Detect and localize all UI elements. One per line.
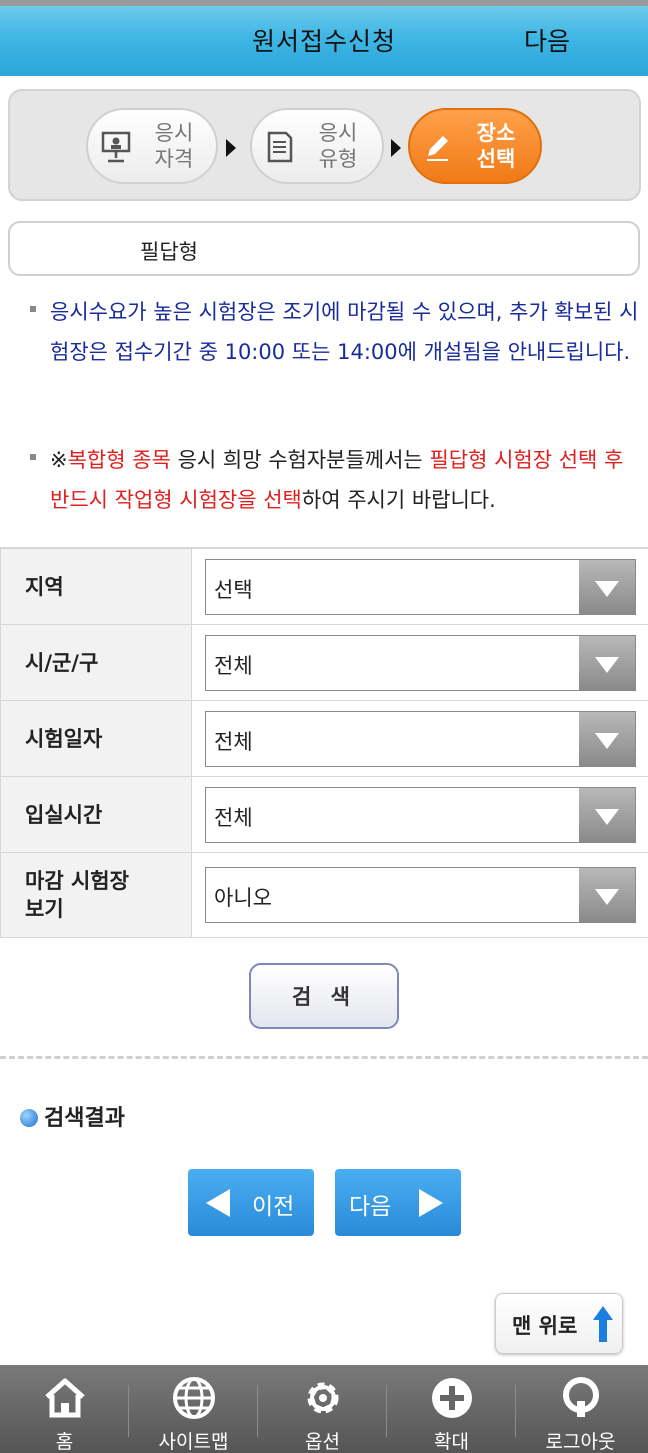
tab-label: 로그아웃	[545, 1431, 616, 1453]
bullet-icon	[20, 1109, 38, 1127]
next-page-button[interactable]: 다음	[335, 1169, 461, 1236]
pencil-icon	[427, 136, 448, 161]
step-location-select[interactable]: 장소 선택	[408, 108, 542, 184]
step-arrow-icon	[226, 139, 236, 157]
form-row-exam-date: 시험일자 전체	[0, 701, 648, 777]
results-heading: 검색결과	[20, 1100, 125, 1132]
closed-sites-select[interactable]: 아니오	[205, 867, 636, 923]
divider	[0, 1056, 648, 1059]
chevron-down-icon[interactable]	[579, 788, 635, 842]
form-row-entry-time: 입실시간 전체	[0, 777, 648, 853]
form-row-region: 지역 선택	[0, 549, 648, 625]
notice-schedule: 응시수요가 높은 시험장은 조기에 마감될 수 있으며, 추가 확보된 시험장은…	[30, 292, 640, 372]
prev-page-button[interactable]: 이전	[188, 1169, 314, 1236]
region-value: 선택	[214, 578, 253, 602]
exam-type-value: 필답형	[140, 240, 198, 264]
notice-highlight: 복합형 종목	[67, 448, 171, 472]
form-row-closed-sites: 마감 시험장 보기 아니오	[0, 853, 648, 938]
entry-time-value: 전체	[214, 806, 253, 830]
presentation-icon	[101, 131, 131, 163]
step-label-line2: 유형	[318, 147, 358, 171]
region-label: 지역	[0, 549, 192, 624]
exam-date-value: 전체	[214, 730, 253, 754]
step-label-line2: 자격	[154, 147, 194, 171]
step-label-line2: 선택	[476, 147, 516, 171]
chevron-down-icon[interactable]	[579, 868, 635, 922]
back-to-top-label: 맨 위로	[512, 1314, 578, 1338]
back-to-top-button[interactable]: 맨 위로	[495, 1293, 623, 1354]
exam-type-box: 필답형	[8, 221, 640, 276]
step-eligibility[interactable]: 응시 자격	[86, 108, 218, 184]
bottom-tab-bar: 홈 사이트맵 옵션 확대 로그아웃	[0, 1365, 648, 1453]
closed-sites-value: 아니오	[214, 886, 272, 910]
logout-icon	[563, 1377, 599, 1417]
notice-text: 하여 주시기 바랍니다.	[301, 488, 496, 512]
district-value: 전체	[214, 654, 253, 678]
closed-sites-label: 마감 시험장 보기	[0, 853, 192, 937]
tab-sitemap[interactable]: 사이트맵	[129, 1365, 258, 1453]
next-page-label: 다음	[349, 1194, 392, 1220]
chevron-down-icon[interactable]	[579, 560, 635, 614]
tab-options[interactable]: 옵션	[258, 1365, 387, 1453]
tab-label: 옵션	[305, 1431, 340, 1453]
closed-sites-label-line2: 보기	[25, 897, 64, 921]
arrow-up-icon	[593, 1306, 613, 1342]
step-indicator: 응시 자격 응시 유형 장소 선택	[8, 89, 641, 201]
gear-icon	[307, 1382, 339, 1414]
tab-label: 사이트맵	[158, 1431, 229, 1453]
app-header: 원서접수신청 다음	[0, 0, 648, 76]
form-row-district: 시/군/구 전체	[0, 625, 648, 701]
bullet-icon	[30, 306, 36, 312]
region-select[interactable]: 선택	[205, 559, 636, 615]
prev-page-label: 이전	[252, 1194, 295, 1220]
step-arrow-icon	[391, 139, 401, 157]
header-next-button[interactable]: 다음	[524, 22, 570, 58]
globe-icon	[173, 1377, 215, 1419]
search-form: 지역 선택 시/군/구 전체 시험일자 전체 입실시간 전체 마감 시험장 보기	[0, 547, 648, 938]
document-icon	[267, 131, 293, 163]
notice-text: 응시 희망 수험자분들께서는	[170, 448, 430, 472]
step-label-line1: 응시	[318, 121, 358, 145]
district-label: 시/군/구	[0, 625, 192, 700]
exam-date-label: 시험일자	[0, 701, 192, 776]
arrow-left-icon	[206, 1189, 230, 1217]
district-select[interactable]: 전체	[205, 635, 636, 691]
notice-combined-type: ※복합형 종목 응시 희망 수험자분들께서는 필답형 시험장 선택 후 반드시 …	[30, 440, 640, 520]
plus-icon	[432, 1378, 472, 1418]
tab-zoom[interactable]: 확대	[387, 1365, 516, 1453]
chevron-down-icon[interactable]	[579, 712, 635, 766]
results-title: 검색결과	[44, 1106, 125, 1131]
step-exam-type[interactable]: 응시 유형	[250, 108, 384, 184]
arrow-right-icon	[419, 1189, 443, 1217]
tab-logout[interactable]: 로그아웃	[516, 1365, 648, 1453]
search-button[interactable]: 검 색	[249, 963, 399, 1029]
notice-text: 응시수요가 높은 시험장은 조기에 마감될 수 있으며, 추가 확보된 시험장은…	[50, 300, 639, 364]
tab-home[interactable]: 홈	[0, 1365, 129, 1453]
tab-label: 홈	[55, 1431, 74, 1453]
closed-sites-label-line1: 마감 시험장	[25, 869, 129, 893]
tab-label: 확대	[434, 1431, 469, 1453]
exam-date-select[interactable]: 전체	[205, 711, 636, 767]
step-label-line1: 응시	[154, 121, 194, 145]
bullet-icon	[30, 454, 36, 460]
notice-prefix: ※	[50, 448, 68, 472]
home-icon	[45, 1378, 85, 1418]
entry-time-label: 입실시간	[0, 777, 192, 852]
entry-time-select[interactable]: 전체	[205, 787, 636, 843]
step-label-line1: 장소	[476, 121, 516, 145]
chevron-down-icon[interactable]	[579, 636, 635, 690]
